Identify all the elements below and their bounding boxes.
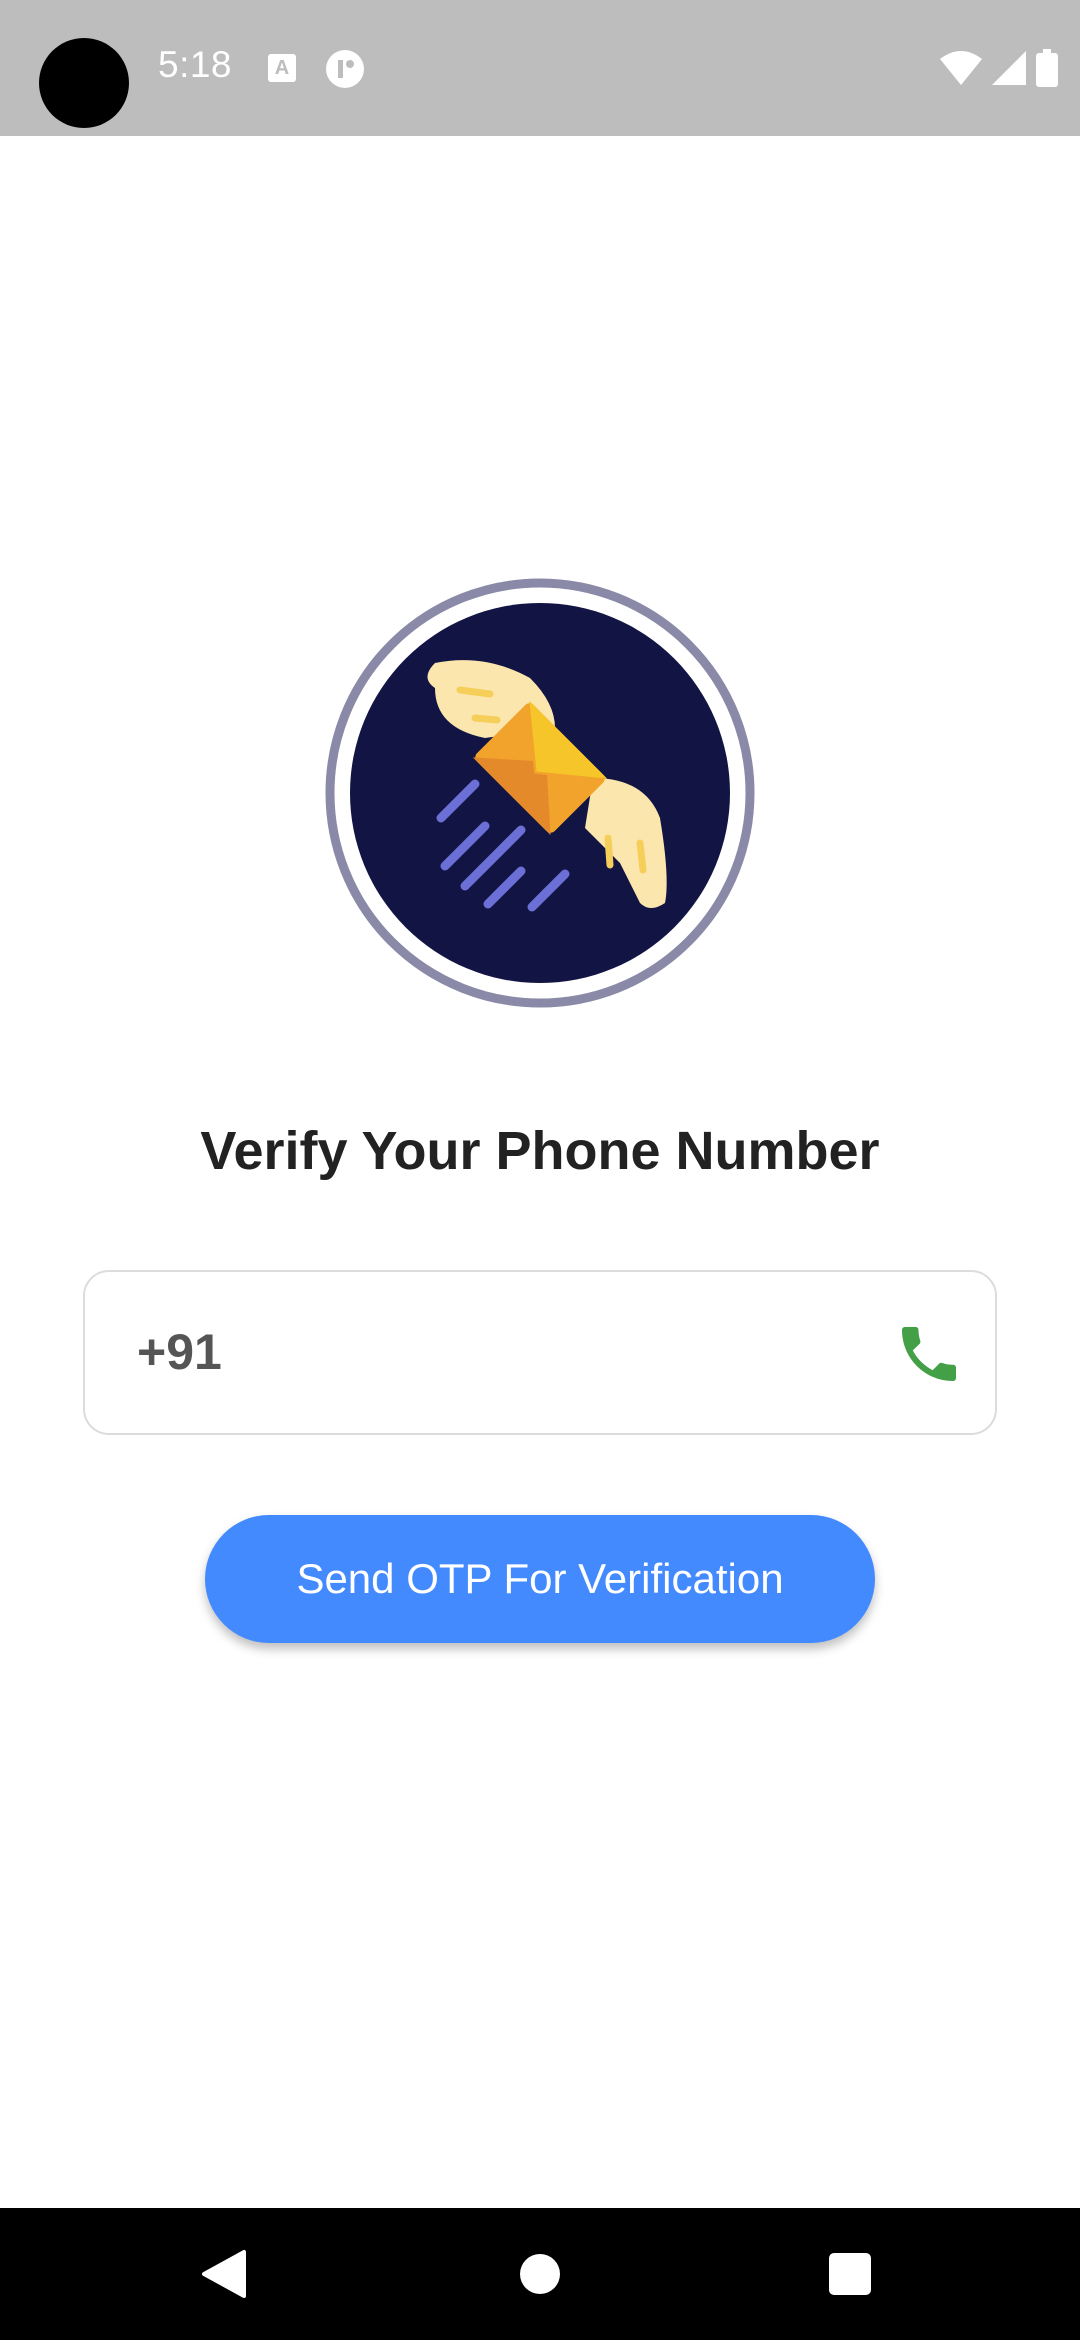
wifi-icon — [940, 51, 982, 85]
navigation-bar — [0, 2208, 1080, 2340]
phone-input[interactable] — [137, 1312, 837, 1392]
phone-field[interactable] — [83, 1270, 997, 1435]
status-time: 5:18 — [158, 44, 233, 85]
send-otp-button[interactable]: Send OTP For Verification — [205, 1515, 875, 1643]
signal-icon — [992, 51, 1026, 85]
status-bar: 5:18 A — [0, 0, 1080, 136]
phone-icon — [902, 1327, 956, 1381]
circle-app-icon — [326, 50, 364, 88]
battery-icon — [1036, 49, 1058, 87]
system-icons — [940, 48, 1058, 88]
home-icon[interactable] — [520, 2254, 560, 2294]
page-title: Verify Your Phone Number — [200, 1121, 880, 1181]
back-icon[interactable] — [200, 2248, 248, 2300]
winged-envelope-icon — [325, 578, 755, 1008]
camera-cutout — [39, 38, 129, 128]
a-icon: A — [268, 54, 296, 82]
recents-icon[interactable] — [829, 2253, 871, 2295]
